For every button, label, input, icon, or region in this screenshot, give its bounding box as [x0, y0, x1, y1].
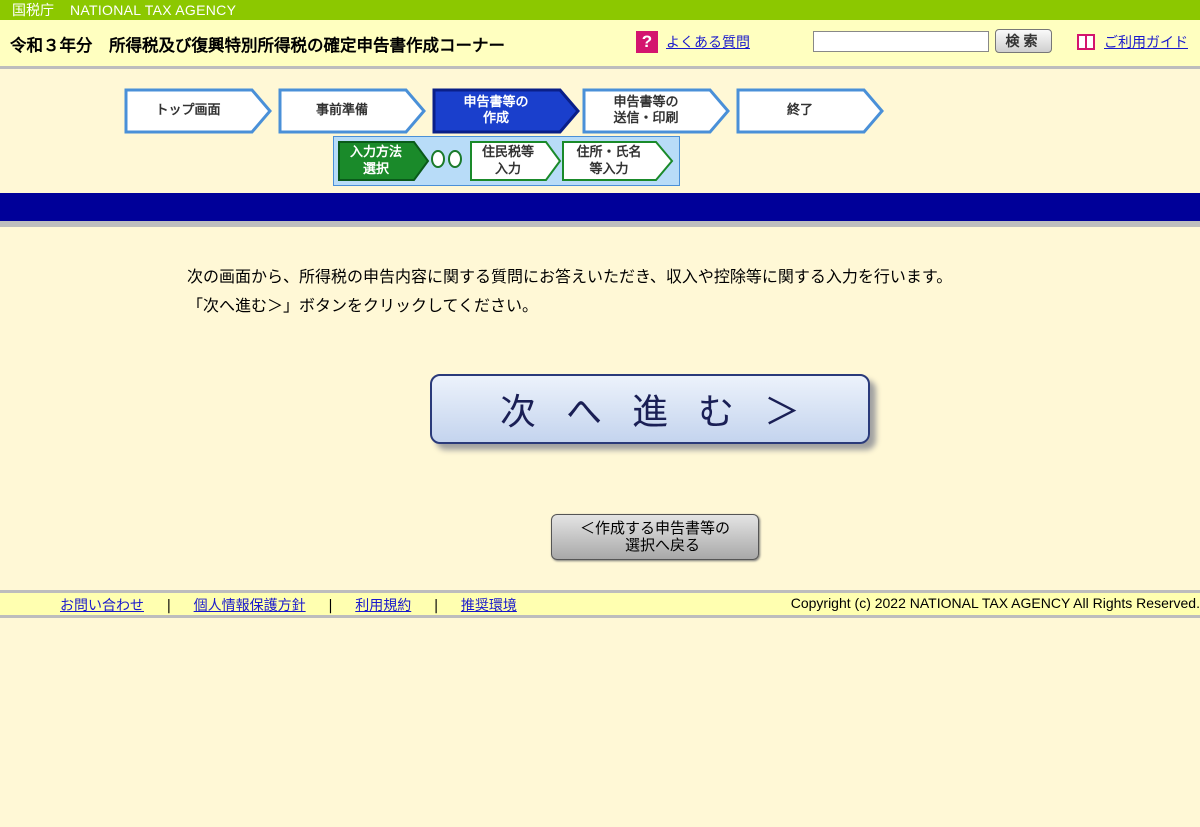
substep-label: 入力方法 選択: [349, 145, 402, 177]
step-label: 事前準備: [315, 103, 368, 118]
faq-link[interactable]: よくある質問: [666, 32, 750, 52]
step-label: 終了: [786, 103, 813, 118]
substep-label: 住民税等 入力: [481, 145, 534, 177]
search-input[interactable]: [813, 31, 989, 52]
instruction-line-2: 「次へ進む＞」ボタンをクリックしてください。: [187, 296, 539, 315]
progress-steps: トップ画面 事前準備 申告書等の 作成 申告書等の 送信・印刷 終了: [122, 88, 892, 138]
step-create: 申告書等の 作成: [432, 88, 580, 134]
step-top: トップ画面: [124, 88, 272, 134]
agency-bar: 国税庁 NATIONAL TAX AGENCY: [0, 0, 1200, 20]
footer-separator: |: [166, 598, 172, 614]
page-title: 令和３年分 所得税及び復興特別所得税の確定申告書作成コーナー: [10, 36, 505, 55]
oval-marker: [448, 150, 462, 168]
next-button[interactable]: 次へ進む＞: [430, 374, 870, 444]
header: 令和３年分 所得税及び復興特別所得税の確定申告書作成コーナー ? よくある質問 …: [0, 20, 1200, 69]
substep-input-method: 入力方法 選択: [338, 141, 430, 181]
substep-address-name: 住所・氏名 等入力: [562, 141, 674, 181]
guide-link-group[interactable]: ご利用ガイド: [1076, 32, 1188, 52]
step-send-print: 申告書等の 送信・印刷: [582, 88, 730, 134]
progress-ovals: [431, 150, 462, 168]
back-button[interactable]: ＜作成する申告書等の 選択へ戻る: [551, 514, 759, 560]
step-label: 申告書等の 作成: [463, 95, 529, 126]
blue-band: [0, 193, 1200, 221]
footer-link-contact[interactable]: お問い合わせ: [60, 598, 144, 614]
copyright: Copyright (c) 2022 NATIONAL TAX AGENCY A…: [790, 595, 1200, 611]
step-preparation: 事前準備: [278, 88, 426, 134]
substep-resident-tax: 住民税等 入力: [470, 141, 562, 181]
footer-link-environment[interactable]: 推奨環境: [461, 598, 517, 614]
step-label: トップ画面: [155, 103, 221, 118]
back-button-line-1: ＜作成する申告書等の: [579, 519, 730, 537]
instructions: 次の画面から、所得税の申告内容に関する質問にお答えいただき、収入や控除等に関する…: [187, 262, 952, 320]
oval-marker: [431, 150, 445, 168]
agency-name-jp: 国税庁: [12, 2, 54, 18]
agency-name-en: NATIONAL TAX AGENCY: [70, 2, 237, 18]
footer-link-privacy[interactable]: 個人情報保護方針: [194, 598, 306, 614]
step-label: 申告書等の 送信・印刷: [613, 95, 679, 126]
guide-link[interactable]: ご利用ガイド: [1104, 32, 1188, 52]
footer-separator: |: [433, 598, 439, 614]
substep-label: 住所・氏名 等入力: [576, 145, 642, 177]
footer-link-terms[interactable]: 利用規約: [355, 598, 411, 614]
back-button-line-2: 選択へ戻る: [609, 536, 700, 554]
search-button[interactable]: 検索: [995, 29, 1052, 53]
question-icon: ?: [636, 31, 658, 53]
faq-link-group[interactable]: ? よくある質問: [636, 31, 750, 53]
footer-separator: |: [328, 598, 333, 614]
footer-links: お問い合わせ | 個人情報保護方針 | 利用規約 | 推奨環境: [60, 595, 517, 615]
step-finish: 終了: [736, 88, 884, 134]
book-icon: [1076, 32, 1096, 52]
instruction-line-1: 次の画面から、所得税の申告内容に関する質問にお答えいただき、収入や控除等に関する…: [187, 267, 953, 286]
footer: お問い合わせ | 個人情報保護方針 | 利用規約 | 推奨環境 Copyrigh…: [0, 593, 1200, 618]
sub-progress-steps: 入力方法 選択 住民税等 入力 住所・氏名 等入力: [333, 136, 680, 186]
divider: [0, 221, 1200, 227]
